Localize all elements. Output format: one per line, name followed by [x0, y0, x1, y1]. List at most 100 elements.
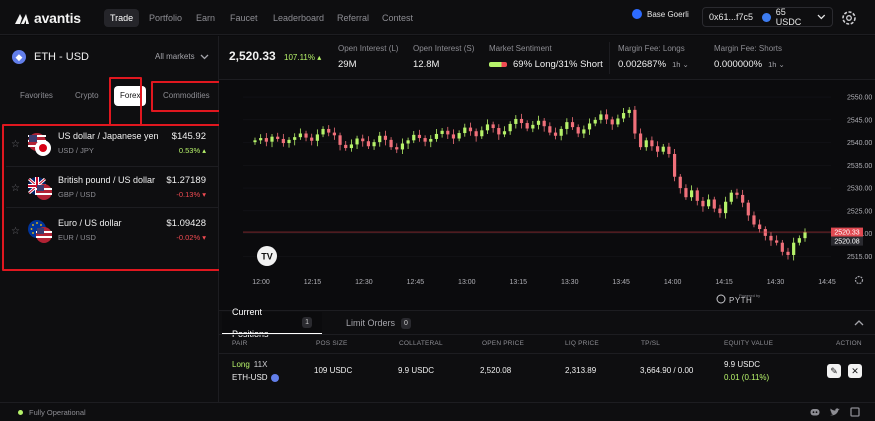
- discord-icon[interactable]: [809, 406, 821, 418]
- candle-body: [270, 136, 274, 142]
- col-header-liq-price: LIQ PRICE: [565, 340, 599, 347]
- brand-logo[interactable]: avantis: [14, 10, 81, 26]
- candle-body: [672, 153, 677, 177]
- position-size: 109 USDC: [314, 366, 353, 375]
- side-label: Long: [232, 360, 250, 369]
- candle-body: [735, 192, 739, 195]
- nav-portfolio[interactable]: Portfolio: [143, 9, 188, 27]
- fee-period-select[interactable]: 1h ⌄: [672, 60, 689, 69]
- candle-body: [718, 208, 722, 214]
- pair-selector[interactable]: ◆ ETH - USD: [12, 50, 89, 64]
- x-tick-label: 13:15: [510, 279, 528, 286]
- candle-body: [689, 190, 694, 198]
- candle-body: [378, 135, 382, 143]
- nav-faucet[interactable]: Faucet: [224, 9, 264, 27]
- y-tick-label: 2530.00: [847, 186, 872, 193]
- candle-body: [474, 131, 478, 137]
- pencil-icon: ✎: [830, 365, 838, 376]
- price-chart[interactable]: 2550.00 2545.00 2540.00 2535.00 2530.00 2525.…: [219, 80, 875, 310]
- x-axis: 12:00 12:15 12:30 12:45 13:00 13:15 13:30 13:45…: [252, 279, 836, 286]
- candle-body: [332, 132, 336, 136]
- highlight-forex-list: [2, 124, 231, 271]
- chart-settings-icon[interactable]: [854, 275, 864, 285]
- sentiment-bar: [489, 62, 507, 67]
- candle-body: [621, 113, 626, 119]
- candle-body: [361, 138, 365, 142]
- candle-body: [536, 120, 541, 125]
- col-header-open-price: OPEN PRICE: [482, 340, 525, 347]
- fee-short-value: 0.000000%: [714, 59, 763, 70]
- position-side: Long 11X: [232, 360, 279, 369]
- nav-leaderboard[interactable]: Leaderboard: [267, 9, 330, 27]
- candle-body: [565, 122, 569, 129]
- close-position-button[interactable]: ✕: [848, 364, 862, 378]
- brand-name: avantis: [34, 10, 81, 26]
- x-tick-label: 12:00: [252, 279, 270, 286]
- stat-divider: [609, 42, 610, 74]
- tab-limit-orders[interactable]: Limit Orders 0: [336, 312, 421, 334]
- candle-body: [604, 114, 609, 120]
- fee-period-select[interactable]: 1h ⌄: [768, 60, 785, 69]
- svg-text:TV: TV: [261, 252, 273, 262]
- candle-body: [729, 192, 733, 202]
- nav-trade[interactable]: Trade: [104, 9, 140, 27]
- candle-body: [786, 251, 790, 255]
- candle-body: [616, 118, 620, 125]
- candle-body: [797, 238, 801, 243]
- candle-body: [707, 199, 711, 207]
- network-selector[interactable]: Base Goerli: [632, 9, 689, 19]
- x-tick-label: 12:15: [304, 279, 322, 286]
- candle-body: [480, 130, 484, 137]
- tab-current-positions[interactable]: Current Positions 1: [222, 307, 322, 339]
- candle-body: [508, 123, 512, 132]
- nav-referral[interactable]: Referral: [331, 9, 375, 27]
- fee-period-label: 1h: [672, 60, 681, 69]
- chevron-up-icon[interactable]: [854, 319, 864, 326]
- settings-gear-icon[interactable]: [839, 8, 859, 28]
- candle-body: [298, 133, 302, 138]
- all-markets-label: All markets: [155, 52, 195, 61]
- twitter-icon[interactable]: [829, 406, 841, 418]
- position-row: Long 11X ETH-USD: [232, 360, 279, 382]
- tab-crypto[interactable]: Crypto: [69, 86, 105, 106]
- tab-count-badge: 0: [401, 317, 411, 329]
- candle-body: [582, 129, 586, 134]
- network-name: Base Goerli: [647, 9, 689, 19]
- candle-body: [548, 126, 552, 133]
- candle-body: [372, 142, 376, 147]
- tab-count-badge: 1: [302, 317, 312, 328]
- gitbook-icon[interactable]: [849, 406, 861, 418]
- candle-body: [349, 144, 353, 149]
- wallet-button[interactable]: 0x61...f7c5 65 USDC: [702, 7, 833, 27]
- nav-earn[interactable]: Earn: [190, 9, 221, 27]
- stat-label: Margin Fee: Shorts: [714, 44, 783, 53]
- tab-favorites[interactable]: Favorites: [14, 86, 59, 106]
- candle-body: [775, 240, 779, 243]
- candle-body: [741, 194, 745, 203]
- candle-body: [259, 138, 263, 141]
- candle-body: [287, 139, 291, 144]
- candle-body: [752, 215, 756, 225]
- candle-body: [395, 147, 399, 150]
- x-tick-label: 14:45: [818, 279, 836, 286]
- candle-body: [587, 123, 592, 130]
- current-price: 2,520.33: [229, 49, 276, 63]
- wallet-balance: 65 USDC: [775, 7, 802, 27]
- candle-body: [366, 141, 371, 147]
- arrow-up-icon: ▴: [317, 53, 322, 62]
- tradingview-logo-icon[interactable]: TV: [257, 246, 277, 266]
- candle-body: [429, 138, 433, 142]
- candle-body: [525, 123, 529, 129]
- footer: [0, 402, 875, 421]
- nav-contest[interactable]: Contest: [376, 9, 419, 27]
- candle-body: [406, 140, 410, 144]
- candle-body: [315, 134, 319, 141]
- all-markets-dropdown[interactable]: All markets: [155, 52, 209, 61]
- candle-body: [655, 146, 660, 152]
- price-change: 107.11% ▴: [284, 53, 321, 62]
- edit-position-button[interactable]: ✎: [827, 364, 841, 378]
- candle-body: [792, 242, 796, 255]
- y-tick-label: 2545.00: [847, 117, 872, 124]
- candle-body: [440, 130, 444, 134]
- position-tpsl[interactable]: 3,664.90 / 0.00: [640, 366, 693, 375]
